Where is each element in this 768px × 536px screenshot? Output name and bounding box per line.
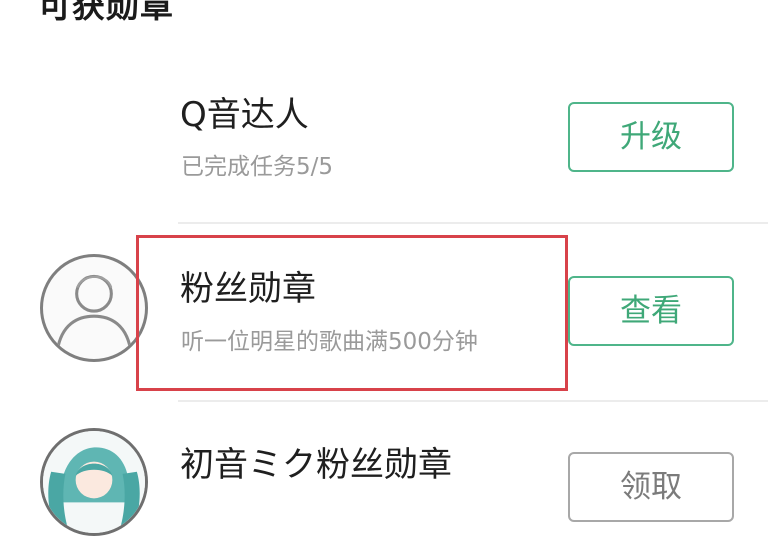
claim-button[interactable]: 领取 [568, 452, 734, 522]
badge-row-hatsune-miku-fan-badge[interactable]: 初音ミク粉丝勋章 领取 [0, 402, 768, 536]
hatsune-miku-icon [40, 428, 148, 536]
badge-description: 听一位明星的歌曲满500分钟 [181, 329, 478, 355]
badge-row-q-music-expert[interactable]: Q音达人 已完成任务5/5 升级 [0, 0, 768, 222]
badge-title: 粉丝勋章 [180, 269, 316, 309]
badge-title: Q音达人 [180, 95, 309, 135]
badge-title: 初音ミク粉丝勋章 [180, 445, 452, 485]
badge-description: 已完成任务5/5 [181, 154, 334, 180]
badge-row-fan-badge[interactable]: 粉丝勋章 听一位明星的歌曲满500分钟 查看 [0, 224, 768, 400]
person-silhouette-icon [40, 254, 148, 362]
upgrade-button[interactable]: 升级 [568, 102, 734, 172]
view-button[interactable]: 查看 [568, 276, 734, 346]
